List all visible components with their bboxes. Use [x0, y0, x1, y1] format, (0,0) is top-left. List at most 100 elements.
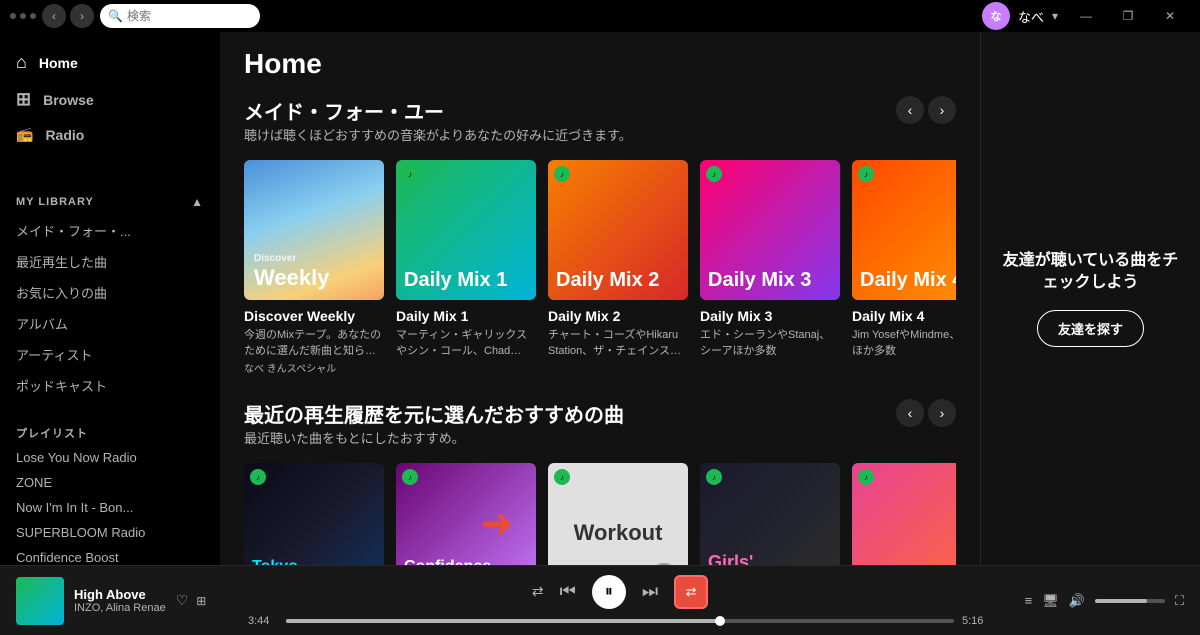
shuffle-button[interactable]: ⇄ [532, 583, 544, 600]
sidebar-playlist-item[interactable]: Now I'm In It - Bon... [0, 495, 220, 520]
time-total: 5:16 [962, 615, 992, 627]
section-title-2: 最近の再生履歴を元に選んだおすすめの曲 [244, 399, 624, 428]
section-nav-2: ‹ › [896, 399, 956, 427]
maximize-button[interactable]: ❐ [1108, 2, 1148, 30]
sidebar-playlist-item[interactable]: Confidence Boost [0, 545, 220, 565]
card-description: 今週のMixテープ。あなたのために選んだ新曲と知られる名曲の数々をお楽しみくださ… [244, 326, 384, 358]
player-controls: ⇄ ⏮ ⏸ ⏭ ⇄ 3:44 5:16 [248, 575, 992, 627]
card-image: ♪ Girls'Night ▶ [700, 463, 840, 565]
search-input[interactable] [127, 9, 252, 23]
window-controls: — ❐ ✕ [1066, 2, 1190, 30]
playlist-section: プレイリスト Lose You Now RadioZONENow I'm In … [0, 417, 220, 565]
playlist-card[interactable]: ♪ Daily Mix 2 ▶ Daily Mix 2 チャート・コーズやHik… [548, 160, 688, 375]
track-thumbnail [16, 577, 64, 625]
search-bar[interactable]: 🔍 [100, 4, 260, 28]
sidebar-playlist-item[interactable]: Lose You Now Radio [0, 445, 220, 470]
minimize-button[interactable]: — [1066, 2, 1106, 30]
cards-row-2: ♪ TokyoClub Beat ▶ Tokyo Club Beat トウキョウ… [244, 463, 956, 565]
library-item[interactable]: ポッドキャスト [0, 370, 220, 401]
sidebar-playlist-item[interactable]: SUPERBLOOM Radio [0, 520, 220, 545]
playlist-card[interactable]: ♪ Girls'Night ▶ Girls' Night It's all ab… [700, 463, 840, 565]
sidebar-item-browse[interactable]: ⊞ Browse [0, 81, 220, 118]
home-icon: ⌂ [16, 52, 27, 73]
sidebar-item-label: Radio [45, 127, 84, 143]
library-item[interactable]: アーティスト [0, 339, 220, 370]
sidebar-item-label: Home [39, 55, 78, 71]
playlist-card[interactable]: ♪ ConfidenceBoost ▶ Confidence Boost You… [396, 463, 536, 565]
playlist-card[interactable]: Discover Weekly ▶ Discover Weekly 今週のMix… [244, 160, 384, 375]
volume-bar[interactable] [1095, 599, 1165, 603]
device-icon[interactable]: 🖥 [1042, 593, 1059, 609]
sidebar-item-label: Browse [43, 92, 94, 108]
prev-button-2[interactable]: ‹ [896, 399, 924, 427]
section-subtitle-2: 最近聴いた曲をもとにしたおすすめ。 [244, 428, 624, 447]
find-friends-button[interactable]: 友達を探す [1037, 310, 1144, 347]
sidebar-item-home[interactable]: ⌂ Home [0, 44, 220, 81]
section-header-2: 最近の再生履歴を元に選んだおすすめの曲 最近聴いた曲をもとにしたおすすめ。 ‹ … [244, 399, 956, 457]
card-description: エド・シーランやStanaj、シーアほか多数 [700, 326, 840, 358]
player-progress: 3:44 5:16 [248, 615, 992, 627]
playlist-items: Lose You Now RadioZONENow I'm In It - Bo… [0, 445, 220, 565]
close-button[interactable]: ✕ [1150, 2, 1190, 30]
card-title: Daily Mix 3 [700, 308, 840, 324]
radio-icon: 📻 [16, 126, 33, 143]
fullscreen-icon[interactable]: ⛶ [1175, 593, 1184, 609]
right-panel: 友達が聴いている曲をチェックしよう 友達を探す [980, 32, 1200, 565]
library-item[interactable]: お気に入りの曲 [0, 277, 220, 308]
card-image: ♪ Daily Mix 4 ▶ [852, 160, 956, 300]
back-button[interactable]: ‹ [42, 4, 66, 28]
avatar: な [982, 2, 1010, 30]
menu-dot [30, 13, 36, 19]
add-icon[interactable]: ⊞ [196, 594, 206, 608]
chevron-down-icon[interactable]: ▾ [1052, 9, 1058, 23]
sidebar-item-radio[interactable]: 📻 Radio [0, 118, 220, 151]
prev-button[interactable]: ‹ [896, 96, 924, 124]
card-title: Daily Mix 4 [852, 308, 956, 324]
playlist-card[interactable]: ♪ Daily Mix 3 ▶ Daily Mix 3 エド・シーランやStan… [700, 160, 840, 375]
card-description: Jim YosefやMindme、Kovanほか多数 [852, 326, 956, 358]
title-bar-dots [10, 13, 36, 19]
card-description: マーティン・ギャリックスやシン・コール、Chad Cooperほか多数 [396, 326, 536, 358]
library-item[interactable]: 最近再生した曲 [0, 246, 220, 277]
card-image: ♪ Daily Mix 3 ▶ [700, 160, 840, 300]
heart-icon[interactable]: ♡ [176, 592, 189, 609]
track-title: High Above [74, 587, 166, 602]
sidebar-playlist-item[interactable]: ZONE [0, 470, 220, 495]
shuffle-active-button[interactable]: ⇄ [674, 575, 708, 609]
friend-panel-title: 友達が聴いている曲をチェックしよう [997, 250, 1184, 295]
library-items: メイド・フォー・...最近再生した曲お気に入りの曲アルバムアーティストポッドキャ… [0, 215, 220, 401]
made-for-you-section: メイド・フォー・ユー 聴けば聴くほどおすすめの音楽がよりあなたの好みに近づきます… [244, 96, 956, 375]
player-track: High Above INZO, Alina Renae ♡ ⊞ [16, 577, 236, 625]
section-header: メイド・フォー・ユー 聴けば聴くほどおすすめの音楽がよりあなたの好みに近づきます… [244, 96, 956, 154]
user-name: なべ [1018, 7, 1044, 26]
card-image: ♪ Workout ▶ ♡ ⋯ ▶ [548, 463, 688, 565]
section-subtitle: 聴けば聴くほどおすすめの音楽がよりあなたの好みに近づきます。 [244, 125, 632, 144]
next-button[interactable]: ⏭ [642, 581, 658, 602]
previous-button[interactable]: ⏮ [560, 581, 576, 602]
next-button[interactable]: › [928, 96, 956, 124]
pause-button[interactable]: ⏸ [592, 575, 626, 609]
search-icon: 🔍 [108, 9, 123, 23]
library-item[interactable]: アルバム [0, 308, 220, 339]
menu-dot [10, 13, 16, 19]
playlist-card[interactable]: ♪ Daily Mix 4 ▶ Daily Mix 4 Jim YosefやMi… [852, 160, 956, 375]
title-bar-right: な なべ ▾ — ❐ ✕ [982, 2, 1190, 30]
library-item[interactable]: メイド・フォー・... [0, 215, 220, 246]
card-image: ♪ TokyoClub Beat ▶ [244, 463, 384, 565]
volume-icon[interactable]: 🔊 [1069, 593, 1085, 609]
forward-button[interactable]: › [70, 4, 94, 28]
queue-icon[interactable]: ≡ [1025, 593, 1033, 608]
chevron-up-icon[interactable]: ▲ [191, 195, 204, 209]
bottom-player: High Above INZO, Alina Renae ♡ ⊞ ⇄ ⏮ ⏸ ⏭… [0, 565, 1200, 635]
playlist-card[interactable]: ♪ Workout ▶ ♡ ⋯ ▶ Workout Pop hits to ke… [548, 463, 688, 565]
card-tag: なべ きんスペシャル [244, 360, 384, 375]
section-nav: ‹ › [896, 96, 956, 124]
next-button-2[interactable]: › [928, 399, 956, 427]
playlist-card[interactable]: ♪ TokyoClub Beat ▶ Tokyo Club Beat トウキョウ… [244, 463, 384, 565]
card-image: ♪ Daily Mix 1 ▶ [396, 160, 536, 300]
playlist-card[interactable]: ♪ Daily Mix 1 ▶ Daily Mix 1 マーティン・ギャリックス… [396, 160, 536, 375]
playlists-header: プレイリスト [0, 417, 220, 445]
playlist-card[interactable]: ♪ Cardio ▶ Cardio Upbeat dance pop to ke… [852, 463, 956, 565]
progress-bar[interactable] [286, 619, 954, 623]
sidebar-nav: ⌂ Home ⊞ Browse 📻 Radio [0, 32, 220, 163]
